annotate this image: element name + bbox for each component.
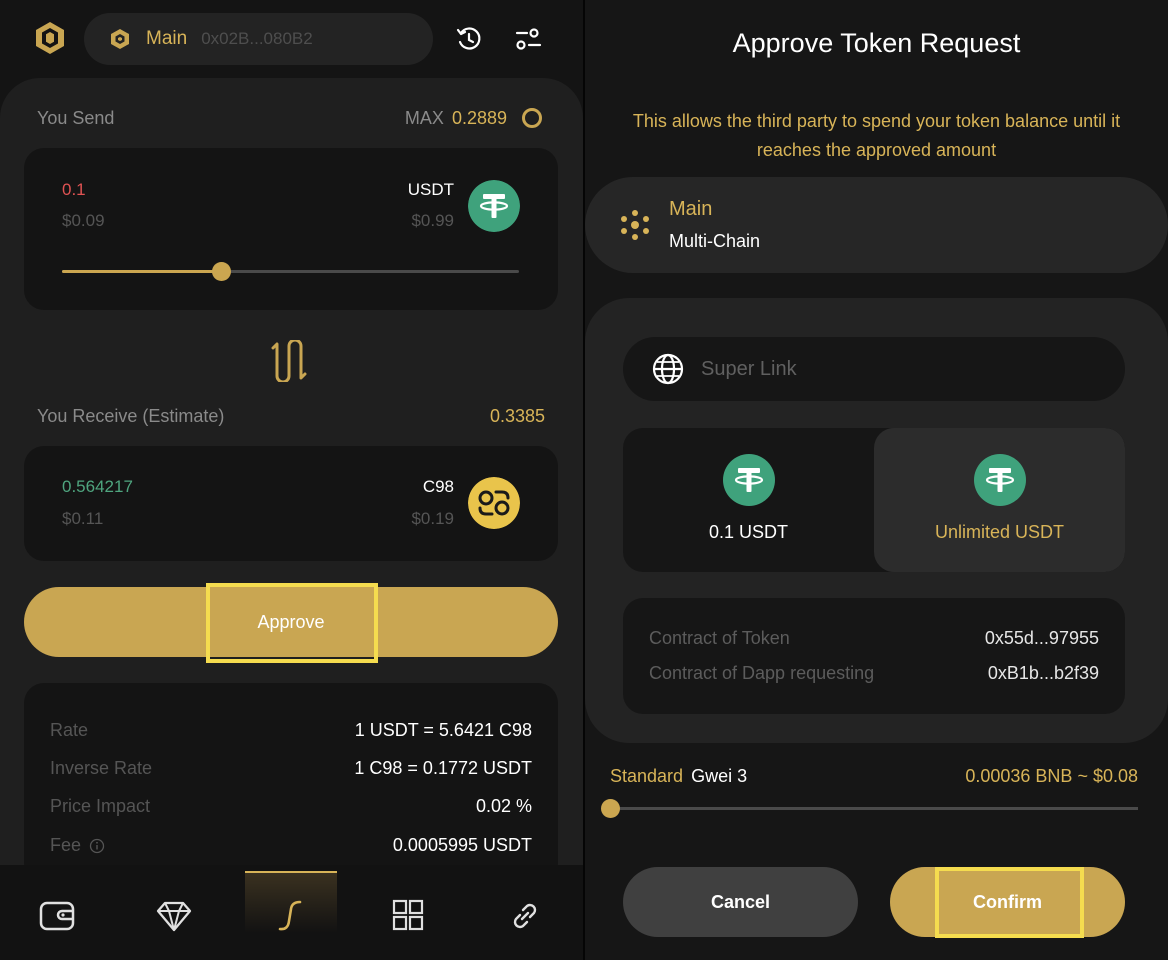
detail-label: Fee	[50, 835, 82, 855]
detail-label: Rate	[50, 720, 89, 740]
contract-row-token: Contract of Token 0x55d...97955	[649, 628, 1099, 649]
swap-arrows-icon[interactable]	[269, 340, 313, 382]
usdt-icon	[723, 454, 775, 506]
swap-screen: Main 0x02B...080B2 You Send MAX 0.2889 0…	[0, 0, 583, 960]
wallet-selector[interactable]: Main 0x02B...080B2	[84, 13, 433, 65]
diamond-icon[interactable]	[155, 897, 193, 935]
option-unlimited[interactable]: Unlimited USDT	[874, 428, 1125, 572]
gas-fee-row: Standard Gwei 3 0.00036 BNB ~ $0.08	[610, 766, 1138, 787]
contract-value[interactable]: 0xB1b...b2f39	[988, 663, 1099, 684]
receive-balance: 0.3385	[489, 406, 545, 426]
gas-gwei: Gwei 3	[691, 766, 748, 786]
detail-label: Price Impact	[50, 796, 151, 816]
approve-highlight-box	[206, 583, 378, 663]
dialog-subtitle: This allows the third party to spend you…	[632, 111, 1121, 160]
cancel-button[interactable]: Cancel	[623, 867, 858, 937]
apps-grid-icon[interactable]	[389, 897, 427, 935]
receive-amount: 0.564217	[62, 477, 133, 496]
max-balance[interactable]: MAX 0.2889	[405, 107, 543, 129]
send-amount-usd: $0.09	[62, 211, 105, 230]
max-value: 0.2889	[451, 107, 507, 128]
swap-details-box: Rate 1 USDT = 5.6421 C98 Inverse Rate 1 …	[24, 683, 558, 883]
gas-fee: 0.00036 BNB ~ $0.08	[965, 766, 1138, 786]
circle-icon	[522, 108, 542, 128]
dapp-name: Super Link	[701, 357, 797, 380]
wallet-name: Main	[146, 28, 188, 49]
top-bar: Main 0x02B...080B2	[0, 0, 583, 78]
send-token-symbol[interactable]: USDT	[354, 180, 454, 200]
account-card: Main Multi-Chain	[585, 177, 1168, 273]
approval-amount-options: 0.1 USDT Unlimited USDT	[623, 428, 1125, 572]
receive-token-price: $0.19	[411, 509, 454, 528]
contract-label: Contract of Dapp requesting	[649, 663, 875, 683]
c98-icon[interactable]	[468, 477, 520, 529]
send-token-price: $0.99	[411, 211, 454, 230]
contract-value[interactable]: 0x55d...97955	[985, 628, 1099, 649]
wallet-icon	[111, 29, 129, 49]
receive-token-box: 0.564217 $0.11 C98 $0.19	[24, 446, 558, 561]
you-send-label: You Send	[37, 108, 115, 128]
send-token-box: 0.1 $0.09 USDT $0.99	[24, 148, 558, 310]
account-name: Main	[669, 198, 713, 220]
send-amount[interactable]: 0.1	[62, 180, 86, 200]
cancel-button-label: Cancel	[710, 891, 771, 912]
usdt-icon[interactable]	[468, 180, 520, 232]
option-limited[interactable]: 0.1 USDT	[623, 428, 874, 572]
amount-slider-fill	[62, 270, 222, 273]
coin98-logo-icon[interactable]	[32, 20, 68, 56]
detail-value: 0.02 %	[475, 796, 532, 816]
multi-chain-icon	[621, 210, 649, 240]
receive-amount-usd: $0.11	[62, 509, 104, 528]
receive-token-symbol[interactable]: C98	[354, 477, 454, 497]
contract-row-dapp: Contract of Dapp requesting 0xB1b...b2f3…	[649, 663, 1099, 684]
account-chain: Multi-Chain	[669, 231, 761, 251]
approve-token-dialog: Approve Token Request This allows the th…	[585, 0, 1168, 960]
detail-row-rate: Rate 1 USDT = 5.6421 C98	[50, 720, 532, 741]
gas-speed: Standard	[610, 766, 684, 786]
detail-row-inverse-rate: Inverse Rate 1 C98 = 0.1772 USDT	[50, 758, 532, 779]
detail-row-fee: Fee 0.0005995 USDT	[50, 835, 532, 856]
dialog-title: Approve Token Request	[732, 28, 1021, 58]
settings-sliders-icon[interactable]	[513, 24, 543, 54]
detail-value: 1 USDT = 5.6421 C98	[354, 720, 532, 740]
confirm-highlight-box	[935, 867, 1084, 938]
detail-label: Inverse Rate	[50, 758, 153, 778]
info-icon[interactable]	[89, 838, 105, 854]
you-receive-label: You Receive (Estimate)	[37, 406, 225, 426]
option-label: Unlimited USDT	[934, 522, 1065, 542]
gas-slider-track[interactable]	[610, 807, 1138, 810]
usdt-icon	[974, 454, 1026, 506]
gas-slider-knob[interactable]	[601, 799, 620, 818]
wallet-icon[interactable]	[38, 897, 76, 935]
link-icon[interactable]	[506, 897, 544, 935]
contract-info-box: Contract of Token 0x55d...97955 Contract…	[623, 598, 1125, 714]
history-icon[interactable]	[454, 24, 484, 54]
swap-icon[interactable]	[272, 897, 310, 935]
option-label: 0.1 USDT	[708, 522, 789, 542]
detail-value: 1 C98 = 0.1772 USDT	[354, 758, 532, 778]
detail-value: 0.0005995 USDT	[392, 835, 532, 855]
globe-icon	[652, 353, 684, 385]
dapp-info: Super Link	[623, 337, 1125, 401]
contract-label: Contract of Token	[649, 628, 790, 648]
approval-details-card: Super Link 0.1 USDT Unlimited USDT Contr…	[585, 298, 1168, 743]
detail-row-price-impact: Price Impact 0.02 %	[50, 796, 532, 817]
wallet-address: 0x02B...080B2	[201, 29, 313, 48]
max-label: MAX	[404, 107, 444, 128]
